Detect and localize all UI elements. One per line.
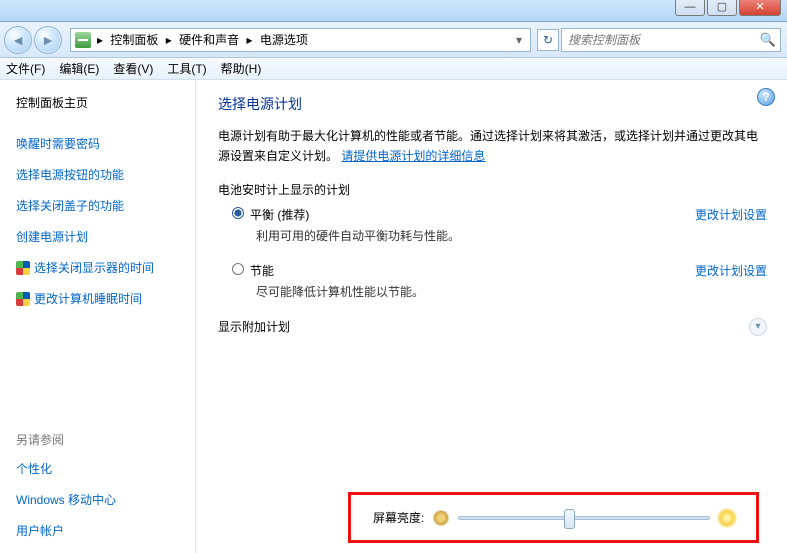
brightness-dim-icon xyxy=(434,511,448,525)
menu-view[interactable]: 查看(V) xyxy=(113,60,153,77)
page-title: 选择电源计划 xyxy=(218,94,767,114)
change-plan-settings-power-saver[interactable]: 更改计划设置 xyxy=(695,262,767,279)
see-also-personalization[interactable]: 个性化 xyxy=(16,460,183,477)
sidebar-home[interactable]: 控制面板主页 xyxy=(16,94,183,111)
sidebar: 控制面板主页 唤醒时需要密码 选择电源按钮的功能 选择关闭盖子的功能 创建电源计… xyxy=(0,80,196,553)
menu-tools[interactable]: 工具(T) xyxy=(167,60,206,77)
help-icon[interactable]: ? xyxy=(757,88,775,106)
see-also-mobility-center[interactable]: Windows 移动中心 xyxy=(16,491,183,508)
nav-back-button[interactable]: ◄ xyxy=(4,26,32,54)
desc-link[interactable]: 请提供电源计划的详细信息 xyxy=(341,149,485,163)
breadcrumb-item-power-options[interactable]: 电源选项 xyxy=(260,33,308,47)
breadcrumb-item-control-panel[interactable]: 控制面板 xyxy=(110,33,158,47)
sidebar-item-require-password[interactable]: 唤醒时需要密码 xyxy=(16,135,183,152)
group-battery-meter-plans: 电池安时计上显示的计划 xyxy=(218,181,767,198)
minimize-button[interactable]: — xyxy=(675,0,705,16)
plan-balanced-label[interactable]: 平衡 (推荐) xyxy=(250,206,309,223)
breadcrumb-sep: ▸ xyxy=(166,33,172,47)
brightness-slider-thumb[interactable] xyxy=(564,509,575,529)
plan-balanced-desc: 利用可用的硬件自动平衡功耗与性能。 xyxy=(256,227,767,244)
breadcrumb: ▸ 控制面板 ▸ 硬件和声音 ▸ 电源选项 xyxy=(95,31,310,48)
show-additional-plans-label: 显示附加计划 xyxy=(218,318,290,335)
close-button[interactable]: ✕ xyxy=(739,0,781,16)
brightness-bright-icon xyxy=(720,511,734,525)
sidebar-item-create-plan[interactable]: 创建电源计划 xyxy=(16,228,183,245)
show-additional-plans[interactable]: 显示附加计划 ▾ xyxy=(218,318,767,336)
breadcrumb-item-hardware-sound[interactable]: 硬件和声音 xyxy=(179,33,239,47)
menu-bar: 文件(F) 编辑(E) 查看(V) 工具(T) 帮助(H) xyxy=(0,58,787,80)
brightness-panel: 屏幕亮度: xyxy=(348,492,759,543)
see-also-user-accounts[interactable]: 用户帐户 xyxy=(16,522,183,539)
search-box[interactable]: 🔍 xyxy=(561,28,781,52)
brightness-label: 屏幕亮度: xyxy=(373,509,424,526)
see-also-heading: 另请参阅 xyxy=(16,431,183,448)
change-plan-settings-balanced[interactable]: 更改计划设置 xyxy=(695,206,767,223)
radio-plan-power-saver[interactable] xyxy=(232,263,244,275)
shield-icon xyxy=(16,292,30,306)
sidebar-item-display-off-time[interactable]: 选择关闭显示器的时间 xyxy=(34,259,154,276)
shield-icon xyxy=(16,261,30,275)
desc-text: 电源计划有助于最大化计算机的性能或者节能。通过选择计划来将其激活，或选择计划并通… xyxy=(218,129,758,163)
content-pane: ? 选择电源计划 电源计划有助于最大化计算机的性能或者节能。通过选择计划来将其激… xyxy=(196,80,787,553)
page-description: 电源计划有助于最大化计算机的性能或者节能。通过选择计划来将其激活，或选择计划并通… xyxy=(218,126,767,167)
window-titlebar: — ▢ ✕ xyxy=(0,0,787,22)
sidebar-item-power-button[interactable]: 选择电源按钮的功能 xyxy=(16,166,183,183)
control-panel-icon xyxy=(75,32,91,48)
search-input[interactable] xyxy=(566,32,760,48)
menu-edit[interactable]: 编辑(E) xyxy=(59,60,99,77)
chevron-down-icon: ▾ xyxy=(749,318,767,336)
address-dropdown-icon[interactable]: ▾ xyxy=(512,33,526,47)
menu-help[interactable]: 帮助(H) xyxy=(221,60,262,77)
plan-power-saver-label[interactable]: 节能 xyxy=(250,262,274,279)
breadcrumb-sep: ▸ xyxy=(97,33,103,47)
breadcrumb-sep: ▸ xyxy=(246,33,252,47)
client-area: 控制面板主页 唤醒时需要密码 选择电源按钮的功能 选择关闭盖子的功能 创建电源计… xyxy=(0,80,787,553)
address-bar-row: ◄ ► ▸ 控制面板 ▸ 硬件和声音 ▸ 电源选项 ▾ ↻ 🔍 xyxy=(0,22,787,58)
refresh-button[interactable]: ↻ xyxy=(537,29,559,51)
address-bar[interactable]: ▸ 控制面板 ▸ 硬件和声音 ▸ 电源选项 ▾ xyxy=(70,28,531,52)
sidebar-item-close-lid[interactable]: 选择关闭盖子的功能 xyxy=(16,197,183,214)
plan-power-saver-desc: 尽可能降低计算机性能以节能。 xyxy=(256,283,767,300)
brightness-slider[interactable] xyxy=(458,516,710,520)
maximize-button[interactable]: ▢ xyxy=(707,0,737,16)
sidebar-item-sleep-time[interactable]: 更改计算机睡眠时间 xyxy=(34,290,142,307)
menu-file[interactable]: 文件(F) xyxy=(6,60,45,77)
nav-forward-button[interactable]: ► xyxy=(34,26,62,54)
search-icon[interactable]: 🔍 xyxy=(760,32,776,48)
radio-plan-balanced[interactable] xyxy=(232,207,244,219)
